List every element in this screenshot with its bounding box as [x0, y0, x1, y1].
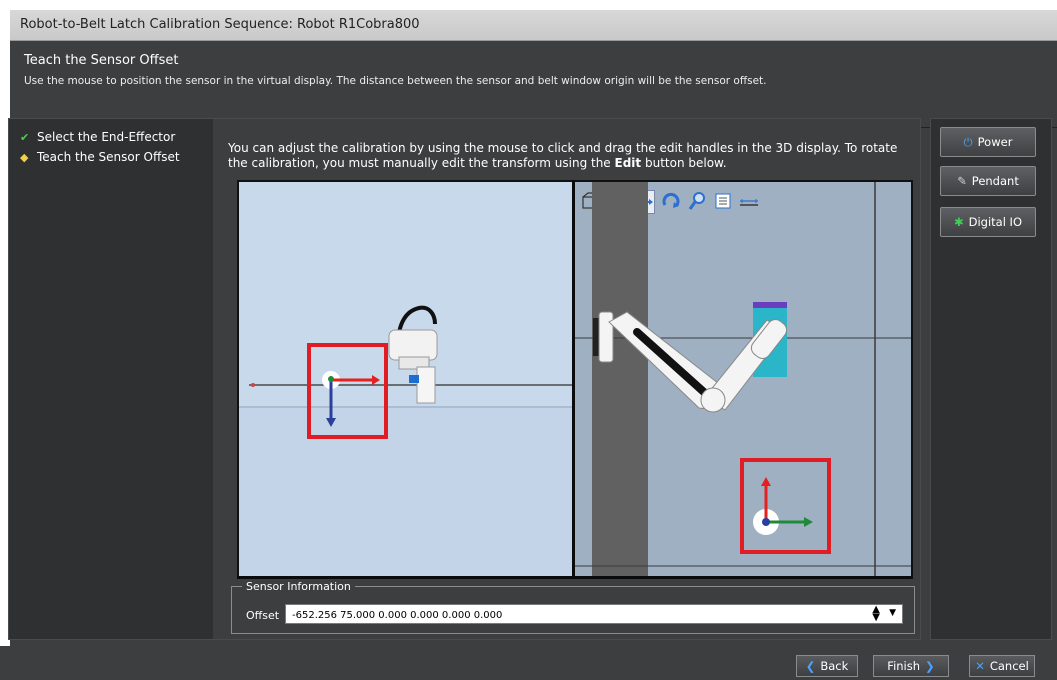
step-title: Teach the Sensor Offset: [24, 53, 179, 68]
offset-input[interactable]: [290, 607, 854, 623]
step-label: Select the End-Effector: [37, 130, 176, 144]
title-bar: Robot-to-Belt Latch Calibration Sequence…: [10, 10, 1057, 41]
steps-panel: [8, 118, 215, 640]
cancel-button[interactable]: ✕ Cancel: [969, 655, 1035, 677]
spinner-icon[interactable]: ▲ ▼: [872, 605, 880, 623]
viewport-top-view[interactable]: [575, 180, 913, 579]
window-title: Robot-to-Belt Latch Calibration Sequence…: [20, 17, 420, 32]
finish-label: Finish: [887, 659, 921, 673]
chevron-down-icon[interactable]: ▼: [889, 608, 896, 618]
current-step-icon: ◆: [20, 150, 29, 164]
offset-label: Offset: [246, 609, 280, 622]
step-select-end-effector[interactable]: ✔ Select the End-Effector: [20, 130, 175, 144]
pendant-label: Pendant: [971, 174, 1019, 188]
finish-button[interactable]: Finish ❯: [873, 655, 949, 677]
check-icon: ✔: [20, 130, 30, 144]
digital-io-button[interactable]: ✱ Digital IO: [940, 207, 1036, 237]
viewport-side-view[interactable]: [237, 180, 574, 579]
power-icon: ⏻: [963, 134, 973, 149]
instruction-text: You can adjust the calibration by using …: [228, 141, 908, 171]
step-teach-sensor-offset[interactable]: ◆ Teach the Sensor Offset: [20, 150, 180, 164]
instruction-bold: Edit: [614, 156, 642, 170]
power-button[interactable]: ⏻ Power: [940, 127, 1036, 157]
step-description: Use the mouse to position the sensor in …: [24, 75, 767, 87]
cancel-label: Cancel: [989, 659, 1029, 673]
pendant-button[interactable]: ✎ Pendant: [940, 166, 1036, 196]
command-panel: [930, 118, 1052, 640]
viewport-bottom-border: [237, 576, 911, 579]
cancel-x-icon: ✕: [975, 659, 985, 673]
back-button[interactable]: ❮ Back: [796, 655, 858, 677]
pendant-icon: ✎: [957, 174, 967, 188]
side-view-scene: [239, 182, 574, 579]
step-header: Teach the Sensor Offset Use the mouse to…: [10, 41, 1057, 128]
finish-arrow-icon: ❯: [925, 659, 935, 673]
top-view-scene: [575, 182, 911, 579]
power-label: Power: [977, 135, 1013, 149]
step-label: Teach the Sensor Offset: [37, 150, 180, 164]
back-arrow-icon: ❮: [805, 659, 816, 673]
back-label: Back: [820, 659, 849, 673]
instruction-pre: You can adjust the calibration by using …: [228, 141, 898, 170]
digital-io-icon: ✱: [953, 215, 964, 229]
viewport-divider: [572, 180, 575, 579]
offset-field[interactable]: ▲▼ ▼: [285, 604, 903, 624]
sensor-info-legend: Sensor Information: [242, 580, 355, 593]
digital-io-label: Digital IO: [968, 215, 1023, 229]
instruction-post: button below.: [641, 156, 727, 170]
